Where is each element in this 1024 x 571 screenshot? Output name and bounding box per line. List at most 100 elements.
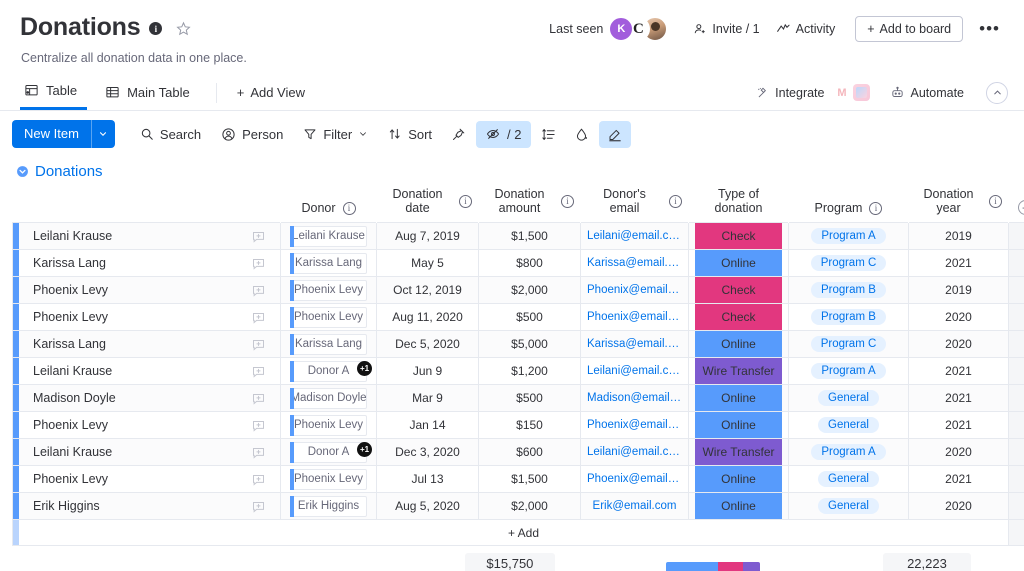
cell-donor[interactable]: Leilani Krause: [280, 222, 377, 250]
cell-item-name[interactable]: Leilani Krause: [12, 357, 281, 385]
chat-add-icon[interactable]: [251, 472, 266, 487]
cell-type-of-donation[interactable]: Online: [688, 492, 789, 520]
table-row[interactable]: Erik Higgins Erik Higgins Aug 5, 2020 $2…: [12, 492, 1024, 520]
email-link[interactable]: Leilani@email.com: [587, 446, 682, 458]
cell-item-name[interactable]: Phoenix Levy: [12, 465, 281, 493]
email-link[interactable]: Phoenix@email.co…: [587, 473, 682, 485]
cell-donation-date[interactable]: Dec 3, 2020: [376, 438, 479, 466]
cell-item-name[interactable]: Phoenix Levy: [12, 411, 281, 439]
summary-year[interactable]: 22,223 sum: [879, 553, 976, 571]
cell-donor[interactable]: Phoenix Levy: [280, 303, 377, 331]
column-header-date[interactable]: Donation date i: [377, 184, 479, 223]
info-icon[interactable]: i: [869, 201, 883, 215]
cell-donor[interactable]: Phoenix Levy: [280, 465, 377, 493]
type-distribution-bar[interactable]: [666, 561, 761, 571]
email-link[interactable]: Madison@email.c…: [587, 392, 682, 404]
tab-main-table[interactable]: Main Table: [101, 77, 200, 109]
cell-donation-amount[interactable]: $500: [478, 384, 581, 412]
search-button[interactable]: Search: [131, 121, 210, 148]
cell-donor-email[interactable]: Madison@email.c…: [580, 384, 689, 412]
filter-button[interactable]: Filter: [294, 121, 377, 148]
group-header[interactable]: Donations: [12, 158, 1008, 184]
cell-donor[interactable]: Donor A +1: [280, 438, 377, 466]
tab-table[interactable]: Table: [20, 75, 88, 110]
cell-donation-date[interactable]: Dec 5, 2020: [376, 330, 479, 358]
cell-donation-year[interactable]: 2021: [908, 465, 1009, 493]
info-icon[interactable]: i: [989, 194, 1002, 208]
summary-type-distribution[interactable]: [663, 553, 763, 571]
cell-donor[interactable]: Karissa Lang: [280, 249, 377, 277]
cell-type-of-donation[interactable]: Wire Transfer: [688, 438, 789, 466]
cell-donation-year[interactable]: 2019: [908, 276, 1009, 304]
chat-add-icon[interactable]: [251, 310, 266, 325]
highlight-pen-button[interactable]: [598, 120, 631, 148]
cell-program[interactable]: Program B: [788, 276, 909, 304]
pin-button[interactable]: [443, 121, 474, 148]
cell-type-of-donation[interactable]: Wire Transfer: [688, 357, 789, 385]
cell-donation-date[interactable]: Aug 11, 2020: [376, 303, 479, 331]
cell-donor[interactable]: Erik Higgins: [280, 492, 377, 520]
cell-donor-email[interactable]: Erik@email.com: [580, 492, 689, 520]
cell-donor-email[interactable]: Leilani@email.com: [580, 357, 689, 385]
add-item-row[interactable]: + Add: [12, 519, 1024, 546]
cell-program[interactable]: Program A: [788, 357, 909, 385]
activity-button[interactable]: Activity: [768, 17, 844, 41]
add-view-button[interactable]: + Add View: [231, 77, 311, 108]
star-icon[interactable]: [176, 21, 192, 36]
person-button[interactable]: Person: [212, 121, 292, 148]
cell-program[interactable]: Program A: [788, 438, 909, 466]
column-header-donor[interactable]: Donor i: [281, 184, 377, 223]
info-icon[interactable]: i: [342, 201, 356, 215]
email-link[interactable]: Phoenix@email.co…: [587, 311, 682, 323]
summary-amount[interactable]: $15,750 sum: [461, 553, 560, 571]
table-row[interactable]: Phoenix Levy Phoenix Levy Oct 12, 2019 $…: [12, 276, 1024, 304]
column-header-amount[interactable]: Donation amount i: [479, 184, 581, 223]
cell-item-name[interactable]: Karissa Lang: [12, 330, 281, 358]
cell-program[interactable]: Program C: [788, 249, 909, 277]
cell-type-of-donation[interactable]: Check: [688, 222, 789, 250]
chat-add-icon[interactable]: [251, 337, 266, 352]
column-header-year[interactable]: Donation year i: [909, 184, 1009, 223]
cell-item-name[interactable]: Karissa Lang: [12, 249, 281, 277]
cell-donation-date[interactable]: May 5: [376, 249, 479, 277]
cell-donation-year[interactable]: 2021: [908, 357, 1009, 385]
cell-item-name[interactable]: Phoenix Levy: [12, 303, 281, 331]
color-drop-button[interactable]: [566, 121, 597, 148]
integrate-button[interactable]: Integrate M: [748, 79, 878, 106]
cell-type-of-donation[interactable]: Check: [688, 276, 789, 304]
chat-add-icon[interactable]: [251, 256, 266, 271]
cell-donation-amount[interactable]: $1,500: [478, 465, 581, 493]
cell-donor-email[interactable]: Karissa@email.co…: [580, 330, 689, 358]
chevron-down-icon[interactable]: [90, 120, 115, 148]
cell-program[interactable]: General: [788, 465, 909, 493]
cell-program[interactable]: Program A: [788, 222, 909, 250]
cell-donor-email[interactable]: Leilani@email.com: [580, 222, 689, 250]
email-link[interactable]: Leilani@email.com: [587, 365, 682, 377]
cell-donor-email[interactable]: Phoenix@email.co…: [580, 465, 689, 493]
cell-donation-amount[interactable]: $5,000: [478, 330, 581, 358]
email-link[interactable]: Erik@email.com: [587, 500, 682, 512]
cell-item-name[interactable]: Erik Higgins: [12, 492, 281, 520]
table-row[interactable]: Phoenix Levy Phoenix Levy Jan 14 $150 Ph…: [12, 411, 1024, 439]
cell-type-of-donation[interactable]: Online: [688, 249, 789, 277]
cell-donation-amount[interactable]: $600: [478, 438, 581, 466]
info-icon[interactable]: i: [669, 194, 682, 208]
cell-item-name[interactable]: Leilani Krause: [12, 222, 281, 250]
cell-type-of-donation[interactable]: Check: [688, 303, 789, 331]
row-height-button[interactable]: [533, 121, 564, 148]
add-column-icon[interactable]: +: [1018, 200, 1024, 215]
cell-donation-amount[interactable]: $2,000: [478, 276, 581, 304]
cell-donation-year[interactable]: 2019: [908, 222, 1009, 250]
cell-donation-year[interactable]: 2020: [908, 330, 1009, 358]
chat-add-icon[interactable]: [251, 445, 266, 460]
chat-add-icon[interactable]: [251, 499, 266, 514]
cell-type-of-donation[interactable]: Online: [688, 411, 789, 439]
cell-donation-date[interactable]: Jul 13: [376, 465, 479, 493]
table-row[interactable]: Leilani Krause Donor A +1 Dec 3, 2020 $6…: [12, 438, 1024, 466]
cell-donation-date[interactable]: Oct 12, 2019: [376, 276, 479, 304]
table-row[interactable]: Madison Doyle Madison Doyle Mar 9 $500 M…: [12, 384, 1024, 412]
email-link[interactable]: Leilani@email.com: [587, 230, 682, 242]
chevron-up-icon[interactable]: [986, 81, 1008, 104]
email-link[interactable]: Karissa@email.co…: [587, 257, 682, 269]
table-row[interactable]: Leilani Krause Leilani Krause Aug 7, 201…: [12, 222, 1024, 250]
